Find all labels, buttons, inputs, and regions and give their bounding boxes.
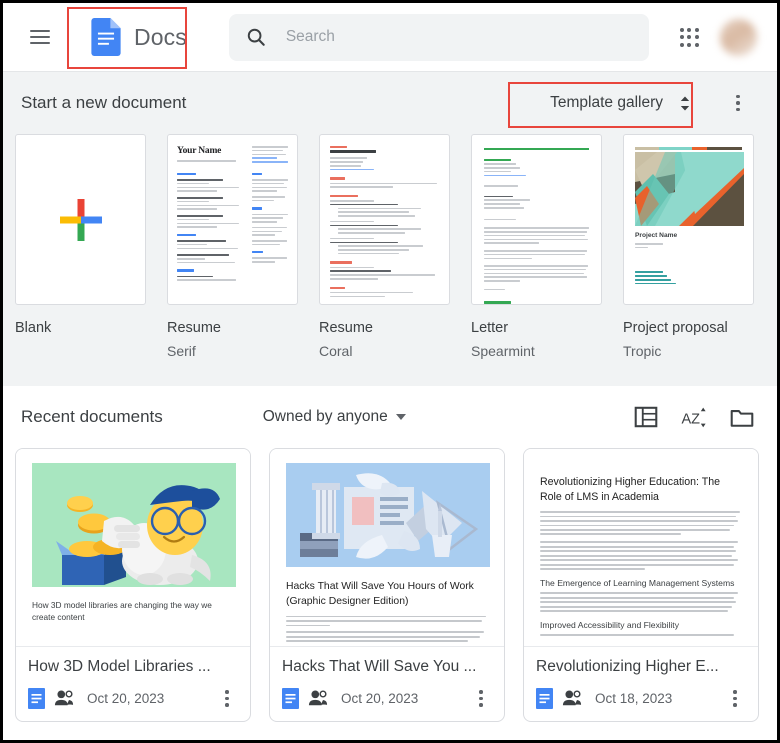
document-card[interactable]: Hacks That Will Save You Hours of Work (… [269, 448, 505, 722]
brand-name: Docs [134, 24, 187, 51]
document-more-icon[interactable] [722, 685, 748, 711]
design-hacks-illustration [286, 463, 490, 567]
template-sublabel: Tropic [623, 342, 754, 361]
avatar[interactable] [720, 19, 757, 56]
document-preview-subheading-2: Improved Accessibility and Flexibility [540, 620, 742, 630]
people-shared-icon [54, 689, 74, 707]
3d-illustration [32, 463, 236, 587]
recent-documents-list: How 3D model libraries are changing the … [3, 448, 777, 722]
document-preview-heading: Hacks That Will Save You Hours of Work (… [286, 580, 488, 608]
template-thumbnail [471, 134, 602, 305]
templates-header-actions: Template gallery [536, 86, 755, 120]
document-preview-body-2 [540, 592, 742, 612]
template-label: Project proposal [623, 319, 754, 339]
template-thumbnail [319, 134, 450, 305]
app-header: Docs [3, 3, 777, 71]
google-docs-home: Docs Start a new document Template galle… [0, 0, 780, 743]
docs-brand[interactable]: Docs [83, 12, 199, 62]
document-title: How 3D Model Libraries ... [28, 658, 240, 676]
templates-more-icon[interactable] [721, 86, 755, 120]
sort-az-icon[interactable]: AZ [681, 404, 707, 430]
people-shared-icon [562, 689, 582, 707]
docs-file-icon [282, 688, 299, 709]
template-sublabel: Spearmint [471, 342, 602, 361]
document-preview-subheading: The Emergence of Learning Management Sys… [540, 578, 742, 588]
template-sublabel: Coral [319, 342, 450, 361]
search-bar[interactable] [229, 14, 649, 61]
document-preview-caption: How 3D model libraries are changing the … [32, 599, 234, 623]
search-icon [245, 26, 267, 48]
document-card-footer: How 3D Model Libraries ... [16, 647, 250, 721]
chevron-up-down-icon [679, 95, 691, 112]
document-card-footer: Revolutionizing Higher E... [524, 647, 758, 721]
document-meta: Oct 20, 2023 [282, 685, 494, 711]
document-preview-heading: Revolutionizing Higher Education: The Ro… [540, 475, 742, 504]
document-more-icon[interactable] [468, 685, 494, 711]
template-thumbnail: Your Name [167, 134, 298, 305]
document-date: Oct 20, 2023 [341, 691, 418, 706]
template-card-letter-spearmint[interactable]: Letter Spearmint [471, 134, 602, 360]
document-thumbnail: How 3D model libraries are changing the … [16, 449, 250, 647]
recent-title: Recent documents [21, 407, 163, 427]
svg-text:AZ: AZ [682, 412, 701, 428]
tropic-artwork [635, 152, 744, 226]
docs-file-icon [28, 688, 45, 709]
chevron-down-icon [396, 414, 406, 420]
document-meta: Oct 20, 2023 [28, 685, 240, 711]
people-shared-icon [308, 689, 328, 707]
template-label: Letter [471, 319, 602, 339]
template-thumbnail [15, 134, 146, 305]
page-title: Start a new document [21, 93, 186, 113]
start-new-document-section: Start a new document Template gallery [3, 71, 777, 386]
list-view-icon[interactable] [633, 404, 659, 430]
template-label: Blank [15, 319, 146, 339]
template-label: Resume [167, 319, 298, 339]
document-preview-body [286, 616, 488, 643]
template-card-blank[interactable]: Blank [15, 134, 146, 360]
template-gallery-button[interactable]: Template gallery [536, 86, 703, 120]
document-title: Hacks That Will Save You ... [282, 658, 494, 676]
search-input[interactable] [286, 28, 633, 46]
owner-filter-label: Owned by anyone [263, 408, 388, 426]
template-sublabel: Serif [167, 342, 298, 361]
document-preview-body-3 [540, 634, 742, 636]
document-title: Revolutionizing Higher E... [536, 658, 748, 676]
template-gallery-label: Template gallery [550, 94, 663, 112]
document-date: Oct 20, 2023 [87, 691, 164, 706]
document-more-icon[interactable] [214, 685, 240, 711]
template-card-resume-serif[interactable]: Your Name [167, 134, 298, 360]
document-card[interactable]: Revolutionizing Higher Education: The Ro… [523, 448, 759, 722]
template-label: Resume [319, 319, 450, 339]
recent-documents-section: Recent documents Owned by anyone AZ [3, 386, 777, 722]
recent-view-actions: AZ [633, 404, 755, 430]
document-meta: Oct 18, 2023 [536, 685, 748, 711]
template-card-project-tropic[interactable]: Project Name Project proposal Tropic [623, 134, 754, 360]
template-list: Blank Your Name [3, 134, 777, 360]
document-card-footer: Hacks That Will Save You ... [270, 647, 504, 721]
recent-header: Recent documents Owned by anyone AZ [3, 386, 777, 448]
document-preview-body [540, 511, 742, 570]
header-actions [668, 16, 763, 58]
document-card[interactable]: How 3D model libraries are changing the … [15, 448, 251, 722]
document-thumbnail: Hacks That Will Save You Hours of Work (… [270, 449, 504, 647]
templates-header: Start a new document Template gallery [3, 72, 777, 134]
template-card-resume-coral[interactable]: Resume Coral [319, 134, 450, 360]
owner-filter-dropdown[interactable]: Owned by anyone [263, 408, 406, 426]
docs-file-icon [536, 688, 553, 709]
plus-icon [53, 192, 109, 248]
apps-grid-icon[interactable] [668, 16, 710, 58]
docs-logo-icon [91, 18, 121, 56]
main-menu-icon[interactable] [23, 20, 57, 54]
template-thumbnail: Project Name [623, 134, 754, 305]
document-date: Oct 18, 2023 [595, 691, 672, 706]
folder-icon[interactable] [729, 404, 755, 430]
document-thumbnail: Revolutionizing Higher Education: The Ro… [524, 449, 758, 647]
